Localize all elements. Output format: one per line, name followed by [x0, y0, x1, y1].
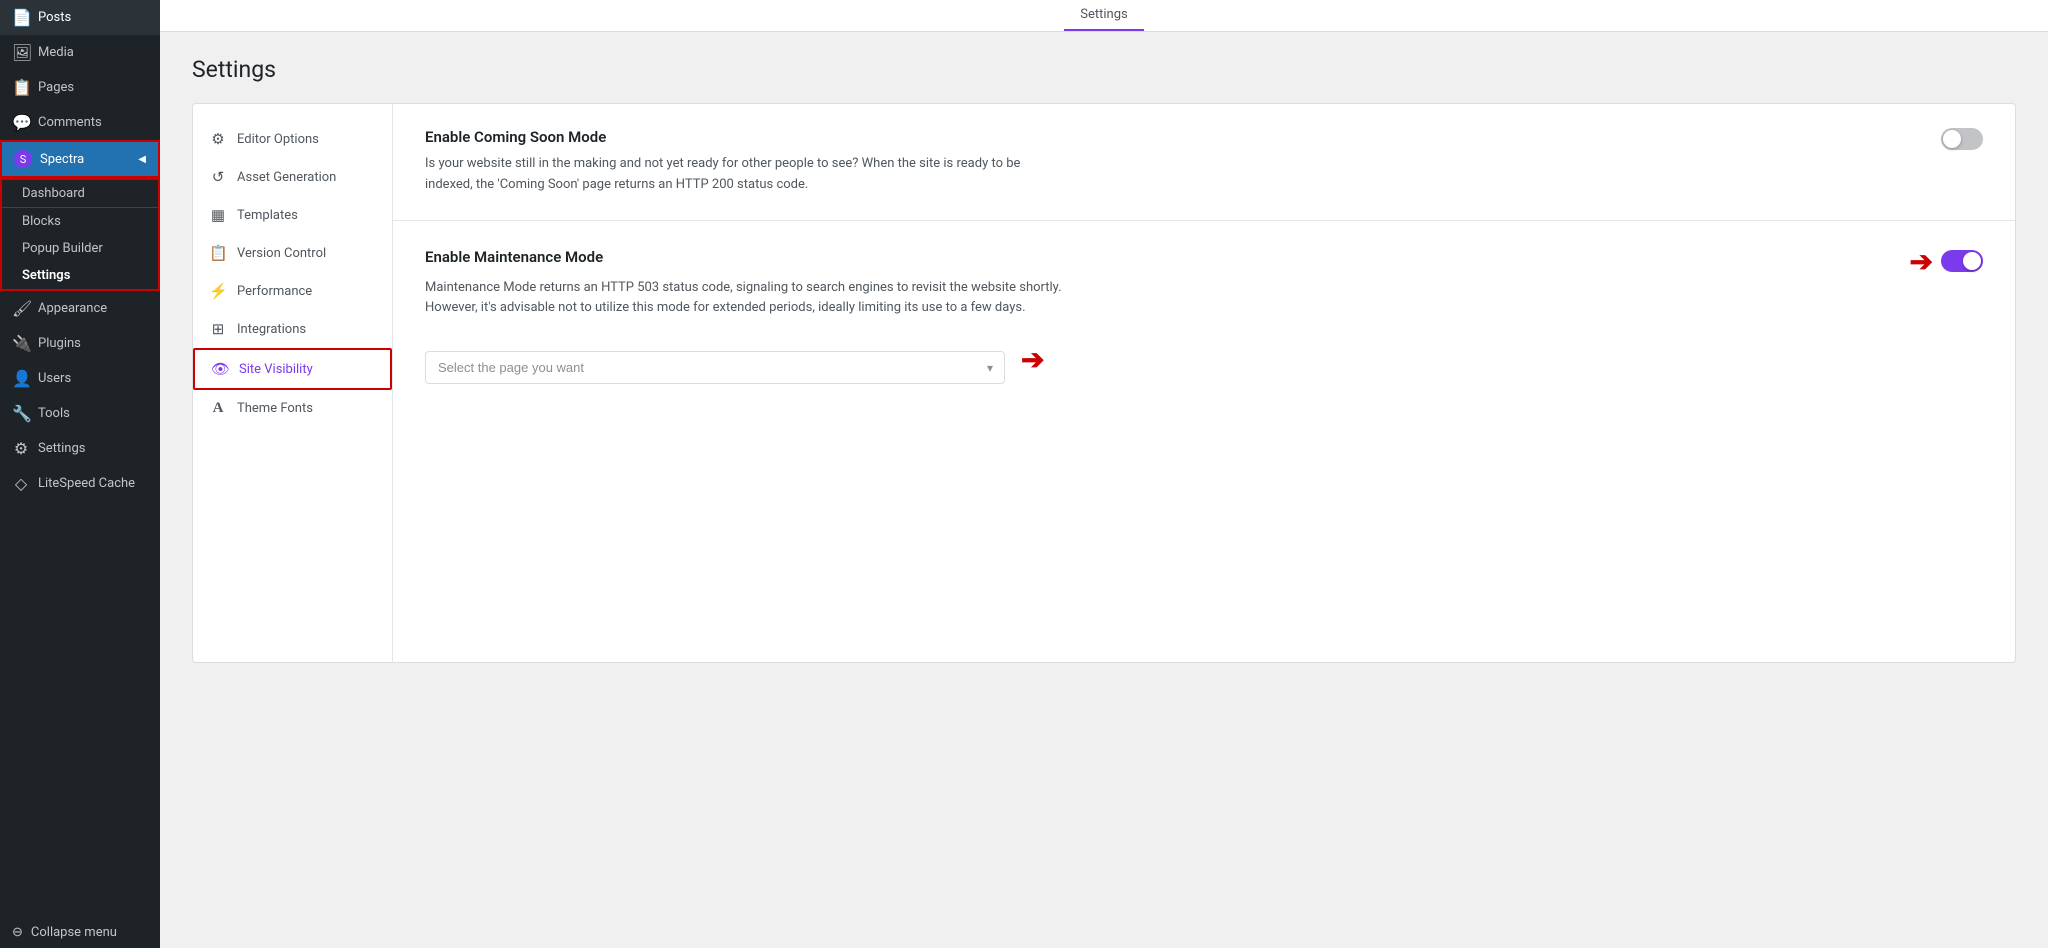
toggle-thumb-off — [1943, 130, 1961, 148]
editor-options-icon: ⚙ — [209, 130, 227, 148]
top-bar-tab: Settings — [1064, 0, 1143, 31]
sidebar: 📄 Posts 🖼 Media 📋 Pages 💬 Comments S Spe… — [0, 0, 160, 948]
sidebar-label-plugins: Plugins — [38, 336, 81, 351]
performance-icon: ⚡ — [209, 282, 227, 300]
sidebar-item-posts[interactable]: 📄 Posts — [0, 0, 160, 35]
sidebar-item-litespeed[interactable]: ◇ LiteSpeed Cache — [0, 466, 160, 501]
sidebar-label-posts: Posts — [38, 10, 71, 25]
settings-nav: ⚙ Editor Options ↺ Asset Generation ▦ Te… — [193, 104, 393, 662]
spectra-icon: S — [14, 150, 32, 168]
sidebar-item-blocks[interactable]: Blocks — [2, 208, 158, 235]
chevron-icon: ◀ — [138, 154, 146, 165]
sidebar-item-media[interactable]: 🖼 Media — [0, 35, 160, 70]
comments-icon: 💬 — [12, 113, 30, 132]
plugins-icon: 🔌 — [12, 334, 30, 353]
sidebar-label-media: Media — [38, 45, 74, 60]
maintenance-mode-desc: Maintenance Mode returns an HTTP 503 sta… — [425, 278, 1065, 320]
collapse-menu[interactable]: ⊖ Collapse menu — [0, 917, 160, 948]
nav-item-asset-generation[interactable]: ↺ Asset Generation — [193, 158, 392, 196]
coming-soon-desc: Is your website still in the making and … — [425, 154, 1065, 196]
arrow-right-indicator: ➔ — [1910, 245, 1933, 278]
posts-icon: 📄 — [12, 8, 30, 27]
nav-item-templates[interactable]: ▦ Templates — [193, 196, 392, 234]
spectra-submenu: Dashboard Blocks Popup Builder Settings — [0, 178, 160, 291]
sidebar-label-comments: Comments — [38, 115, 102, 130]
content-body: Settings ⚙ Editor Options ↺ Asset Genera… — [160, 32, 2048, 948]
version-control-icon: 📋 — [209, 244, 227, 262]
page-select-dropdown[interactable]: Select the page you want — [425, 351, 1005, 384]
users-icon: 👤 — [12, 369, 30, 388]
maintenance-mode-toggle[interactable] — [1941, 250, 1983, 272]
settings-card: ⚙ Editor Options ↺ Asset Generation ▦ Te… — [192, 103, 2016, 663]
sidebar-item-spectra[interactable]: S Spectra ◀ — [0, 140, 160, 178]
litespeed-icon: ◇ — [12, 474, 30, 493]
integrations-icon: ⊞ — [209, 320, 227, 338]
nav-item-theme-fonts[interactable]: A Theme Fonts — [193, 390, 392, 427]
pages-icon: 📋 — [12, 78, 30, 97]
nav-item-integrations[interactable]: ⊞ Integrations — [193, 310, 392, 348]
page-select-row: Select the page you want ▾ ➔ — [425, 335, 1983, 384]
tools-icon: 🔧 — [12, 404, 30, 423]
nav-item-version-control[interactable]: 📋 Version Control — [193, 234, 392, 272]
maintenance-mode-title: Enable Maintenance Mode — [425, 248, 603, 266]
coming-soon-toggle[interactable] — [1941, 128, 1983, 150]
main-content: Settings Settings ⚙ Editor Options ↺ Ass… — [160, 0, 2048, 948]
top-bar: Settings — [160, 0, 2048, 32]
sidebar-item-users[interactable]: 👤 Users — [0, 361, 160, 396]
sidebar-label-users: Users — [38, 371, 71, 386]
sidebar-item-appearance[interactable]: 🖌 Appearance — [0, 291, 160, 326]
sidebar-item-settings[interactable]: ⚙ Settings — [0, 431, 160, 466]
maintenance-mode-header: Enable Maintenance Mode ➔ — [425, 245, 1983, 385]
sidebar-label-pages: Pages — [38, 80, 74, 95]
coming-soon-header: Enable Coming Soon Mode Is your website … — [425, 128, 1983, 196]
sidebar-label-settings: Settings — [38, 441, 85, 456]
page-title: Settings — [192, 56, 2016, 83]
sidebar-label-litespeed: LiteSpeed Cache — [38, 476, 135, 491]
collapse-label: Collapse menu — [31, 925, 117, 940]
sidebar-item-dashboard[interactable]: Dashboard — [2, 180, 158, 207]
sidebar-label-tools: Tools — [38, 406, 70, 421]
sidebar-item-plugins[interactable]: 🔌 Plugins — [0, 326, 160, 361]
coming-soon-section: Enable Coming Soon Mode Is your website … — [393, 104, 2015, 221]
sidebar-item-pages[interactable]: 📋 Pages — [0, 70, 160, 105]
appearance-icon: 🖌 — [12, 299, 30, 318]
maintenance-mode-section: Enable Maintenance Mode ➔ — [393, 221, 2015, 409]
collapse-icon: ⊖ — [12, 925, 23, 940]
sidebar-item-popup-builder[interactable]: Popup Builder — [2, 235, 158, 262]
theme-fonts-icon: A — [209, 400, 227, 417]
sidebar-label-appearance: Appearance — [38, 301, 107, 316]
templates-icon: ▦ — [209, 206, 227, 224]
sidebar-item-settings-sub[interactable]: Settings — [2, 262, 158, 289]
site-visibility-icon: 👁 — [211, 360, 229, 378]
sidebar-label-spectra: Spectra — [40, 152, 84, 167]
toggle-thumb-on — [1963, 252, 1981, 270]
nav-item-performance[interactable]: ⚡ Performance — [193, 272, 392, 310]
sidebar-item-tools[interactable]: 🔧 Tools — [0, 396, 160, 431]
nav-item-editor-options[interactable]: ⚙ Editor Options — [193, 120, 392, 158]
settings-panel: Enable Coming Soon Mode Is your website … — [393, 104, 2015, 662]
nav-item-site-visibility[interactable]: 👁 Site Visibility — [193, 348, 392, 390]
sidebar-item-comments[interactable]: 💬 Comments — [0, 105, 160, 140]
coming-soon-title: Enable Coming Soon Mode — [425, 128, 1065, 146]
settings-icon: ⚙ — [12, 439, 30, 458]
arrow-left-indicator: ➔ — [1021, 343, 1044, 376]
asset-generation-icon: ↺ — [209, 168, 227, 186]
page-dropdown-wrapper: Select the page you want ▾ — [425, 351, 1005, 384]
media-icon: 🖼 — [12, 43, 30, 62]
